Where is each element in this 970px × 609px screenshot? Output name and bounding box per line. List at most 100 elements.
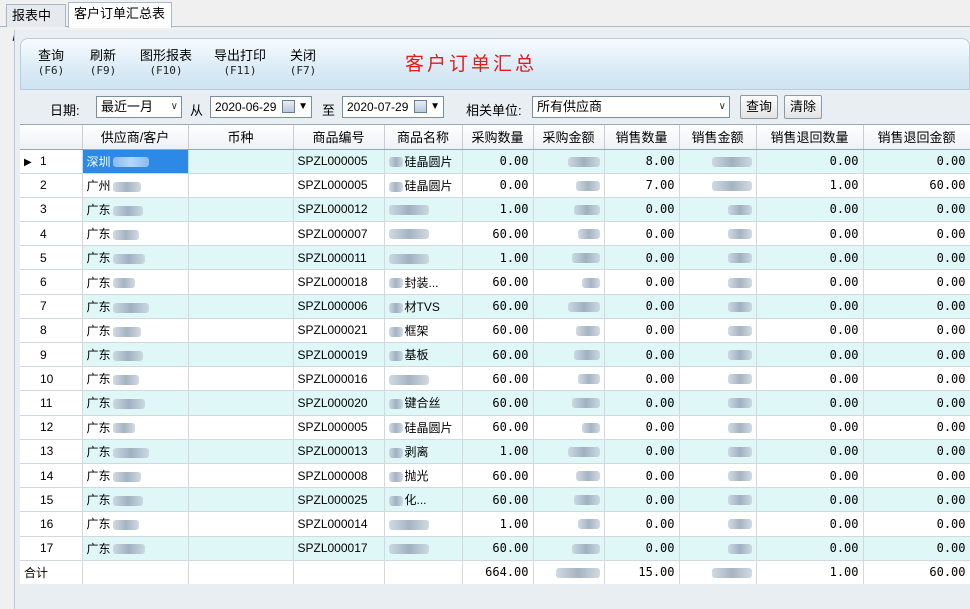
- sales-amount-cell[interactable]: [679, 318, 757, 344]
- query-button[interactable]: 查询: [740, 95, 778, 119]
- currency-cell[interactable]: [188, 463, 294, 489]
- purchase-amount-cell[interactable]: [533, 487, 605, 513]
- product-name-cell[interactable]: [384, 221, 463, 247]
- product-code-cell[interactable]: SPZL000018: [293, 269, 385, 295]
- currency-cell[interactable]: [188, 390, 294, 416]
- product-name-cell[interactable]: 抛光: [384, 463, 463, 489]
- supplier-cell[interactable]: 广东: [82, 439, 189, 464]
- currency-cell[interactable]: [188, 269, 294, 295]
- purchase-qty-cell[interactable]: 60.00: [462, 269, 534, 295]
- sales-qty-cell[interactable]: 0.00: [604, 487, 680, 513]
- sales-amount-cell[interactable]: [679, 342, 757, 368]
- purchase-amount-cell[interactable]: [533, 511, 605, 537]
- purchase-qty-cell[interactable]: 1.00: [462, 511, 534, 537]
- related-unit-select[interactable]: 所有供应商 ∨: [532, 96, 730, 118]
- currency-cell[interactable]: [188, 342, 294, 368]
- product-name-cell[interactable]: [384, 536, 463, 561]
- column-header-supplier[interactable]: 供应商/客户: [82, 125, 189, 150]
- supplier-cell[interactable]: 广东: [82, 342, 189, 368]
- product-code-cell[interactable]: SPZL000008: [293, 463, 385, 489]
- purchase-qty-cell[interactable]: 60.00: [462, 366, 534, 392]
- return-qty-cell[interactable]: 0.00: [756, 197, 864, 223]
- purchase-amount-cell[interactable]: [533, 342, 605, 368]
- currency-cell[interactable]: [188, 197, 294, 223]
- table-row[interactable]: 3 广东 SPZL000012 1.00 0.00 0.00 0.00: [20, 197, 970, 223]
- product-code-cell[interactable]: SPZL000005: [293, 149, 385, 174]
- sales-qty-cell[interactable]: 0.00: [604, 294, 680, 319]
- row-header[interactable]: 6: [20, 269, 83, 295]
- purchase-qty-cell[interactable]: 60.00: [462, 390, 534, 416]
- return-qty-cell[interactable]: 0.00: [756, 536, 864, 561]
- return-qty-cell[interactable]: 0.00: [756, 245, 864, 271]
- return-amount-cell[interactable]: 0.00: [863, 197, 970, 223]
- return-qty-cell[interactable]: 0.00: [756, 390, 864, 416]
- row-header[interactable]: 14: [20, 463, 83, 489]
- row-header[interactable]: 2: [20, 173, 83, 198]
- sales-amount-cell[interactable]: [679, 221, 757, 247]
- supplier-cell[interactable]: 广东: [82, 487, 189, 513]
- product-code-cell[interactable]: SPZL000017: [293, 536, 385, 561]
- date-range-select[interactable]: 最近一月 ∨: [96, 96, 182, 118]
- row-header[interactable]: 11: [20, 390, 83, 416]
- column-header-return-qty[interactable]: 销售退回数量: [756, 125, 864, 150]
- table-row[interactable]: 13 广东 SPZL000013 剥离 1.00 0.00 0.00 0.00: [20, 439, 970, 464]
- sales-qty-cell[interactable]: 0.00: [604, 221, 680, 247]
- sales-qty-cell[interactable]: 0.00: [604, 536, 680, 561]
- purchase-qty-cell[interactable]: 60.00: [462, 318, 534, 344]
- purchase-amount-cell[interactable]: [533, 269, 605, 295]
- sales-amount-cell[interactable]: [679, 439, 757, 464]
- return-qty-cell[interactable]: 0.00: [756, 269, 864, 295]
- return-qty-cell[interactable]: 0.00: [756, 366, 864, 392]
- row-header[interactable]: 5: [20, 245, 83, 271]
- row-header[interactable]: 16: [20, 511, 83, 537]
- purchase-qty-cell[interactable]: 60.00: [462, 221, 534, 247]
- table-row[interactable]: 15 广东 SPZL000025 化... 60.00 0.00 0.00 0.00: [20, 487, 970, 513]
- product-name-cell[interactable]: 基板: [384, 342, 463, 368]
- row-header[interactable]: 3: [20, 197, 83, 223]
- supplier-cell[interactable]: 广州: [82, 173, 189, 198]
- table-row[interactable]: 5 广东 SPZL000011 1.00 0.00 0.00 0.00: [20, 245, 970, 271]
- purchase-qty-cell[interactable]: 1.00: [462, 245, 534, 271]
- supplier-cell[interactable]: 深圳: [82, 149, 189, 174]
- purchase-qty-cell[interactable]: 0.00: [462, 173, 534, 198]
- from-date-picker[interactable]: 2020-06-29 ▼: [210, 96, 312, 118]
- sales-amount-cell[interactable]: [679, 511, 757, 537]
- table-row[interactable]: 8 广东 SPZL000021 框架 60.00 0.00 0.00 0.00: [20, 318, 970, 344]
- return-amount-cell[interactable]: 0.00: [863, 318, 970, 344]
- column-header-product-code[interactable]: 商品编号: [293, 125, 385, 150]
- table-row[interactable]: 12 广东 SPZL000005 硅晶圆片 60.00 0.00 0.00 0.00: [20, 415, 970, 440]
- purchase-amount-cell[interactable]: [533, 318, 605, 344]
- product-code-cell[interactable]: SPZL000013: [293, 439, 385, 464]
- sales-amount-cell[interactable]: [679, 197, 757, 223]
- close-tool-button[interactable]: 关闭 (F7): [287, 49, 319, 77]
- tab-report-center[interactable]: 报表中心: [6, 4, 66, 45]
- supplier-cell[interactable]: 广东: [82, 415, 189, 440]
- purchase-amount-cell[interactable]: [533, 415, 605, 440]
- row-header[interactable]: 13: [20, 439, 83, 464]
- return-qty-cell[interactable]: 1.00: [756, 173, 864, 198]
- table-row[interactable]: 10 广东 SPZL000016 60.00 0.00 0.00 0.00: [20, 366, 970, 392]
- sales-qty-cell[interactable]: 0.00: [604, 390, 680, 416]
- return-qty-cell[interactable]: 0.00: [756, 511, 864, 537]
- return-amount-cell[interactable]: 0.00: [863, 149, 970, 174]
- product-code-cell[interactable]: SPZL000020: [293, 390, 385, 416]
- to-date-picker[interactable]: 2020-07-29 ▼: [342, 96, 444, 118]
- product-name-cell[interactable]: [384, 511, 463, 537]
- table-row[interactable]: 11 广东 SPZL000020 键合丝 60.00 0.00 0.00 0.00: [20, 390, 970, 416]
- column-header-return-amount[interactable]: 销售退回金额: [863, 125, 970, 150]
- row-header[interactable]: 9: [20, 342, 83, 368]
- currency-cell[interactable]: [188, 415, 294, 440]
- return-qty-cell[interactable]: 0.00: [756, 221, 864, 247]
- sales-amount-cell[interactable]: [679, 366, 757, 392]
- return-qty-cell[interactable]: 0.00: [756, 415, 864, 440]
- sales-amount-cell[interactable]: [679, 149, 757, 174]
- column-header-purchase-qty[interactable]: 采购数量: [462, 125, 534, 150]
- currency-cell[interactable]: [188, 173, 294, 198]
- product-code-cell[interactable]: SPZL000012: [293, 197, 385, 223]
- product-name-cell[interactable]: [384, 366, 463, 392]
- sales-amount-cell[interactable]: [679, 390, 757, 416]
- sales-qty-cell[interactable]: 0.00: [604, 366, 680, 392]
- product-code-cell[interactable]: SPZL000025: [293, 487, 385, 513]
- sales-qty-cell[interactable]: 0.00: [604, 439, 680, 464]
- currency-cell[interactable]: [188, 149, 294, 174]
